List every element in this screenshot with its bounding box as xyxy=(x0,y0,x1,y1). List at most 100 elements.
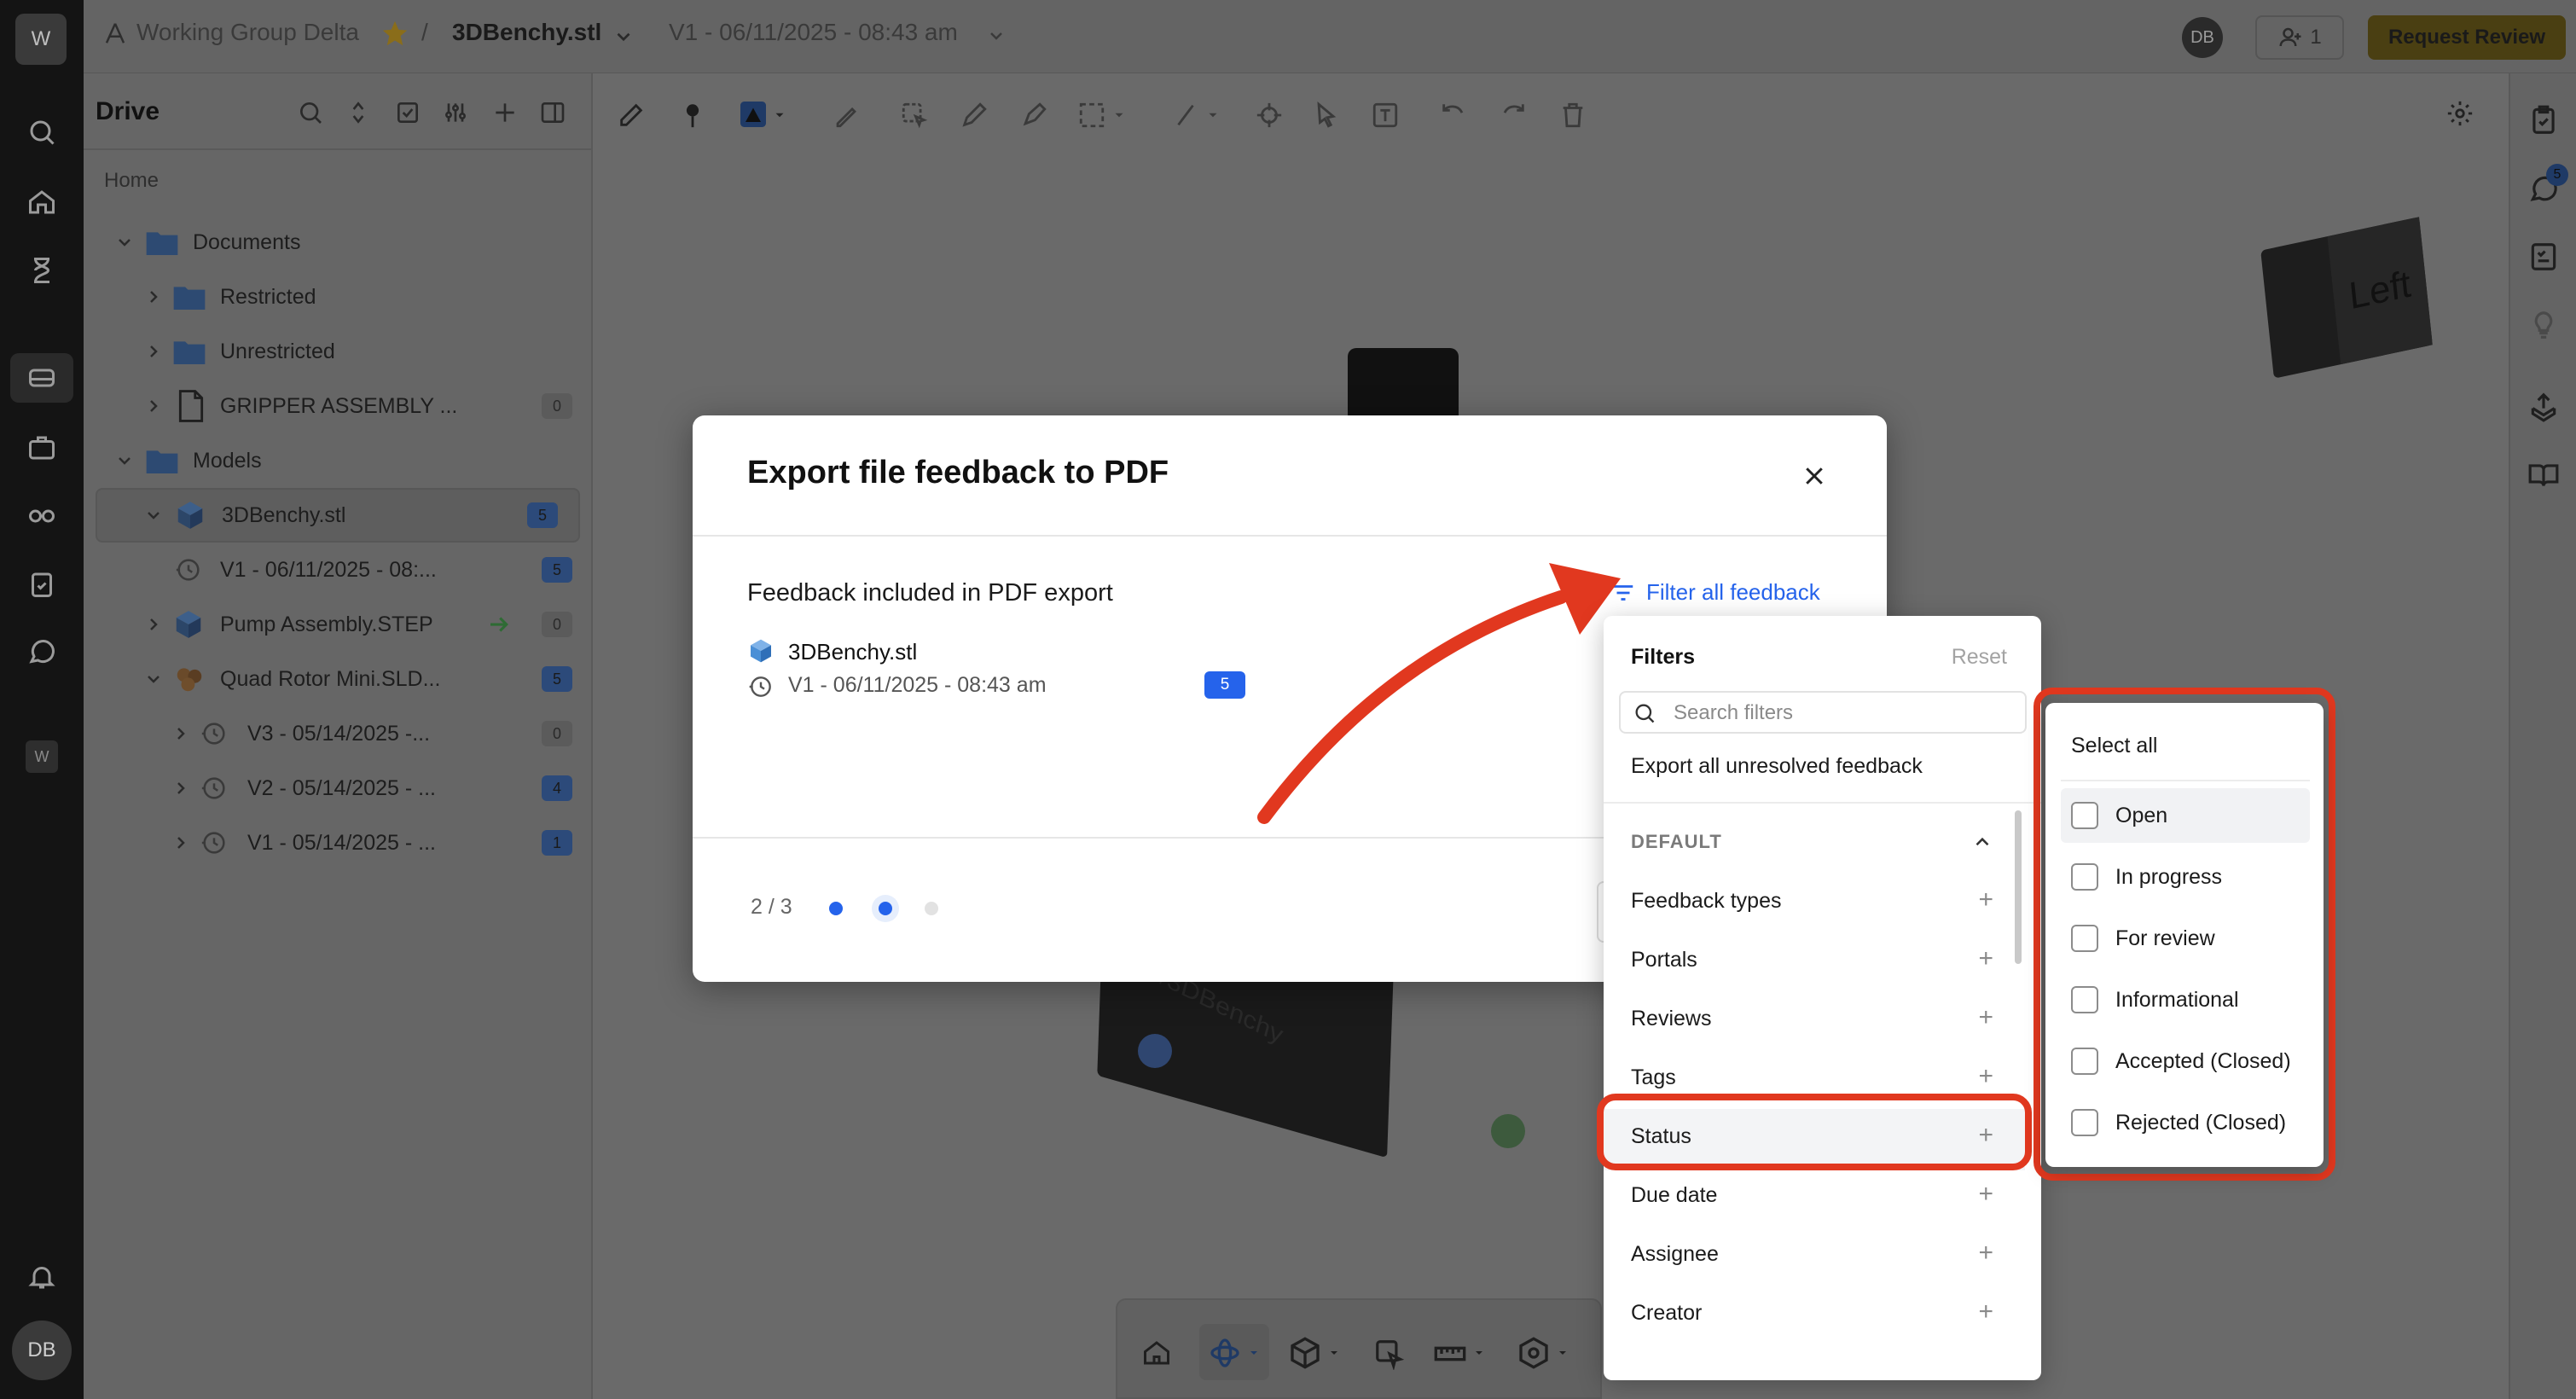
chevron-up-icon[interactable] xyxy=(1971,831,1993,853)
tree-item-version[interactable]: V3 - 05/14/2025 -... 0 xyxy=(84,706,593,761)
chevron-down-icon[interactable] xyxy=(114,450,135,471)
filter-item-assignee[interactable]: Assignee + xyxy=(1631,1239,2014,1268)
status-option-rejected[interactable]: Rejected (Closed) xyxy=(2061,1095,2310,1150)
export-icon[interactable] xyxy=(2527,391,2560,423)
checkbox[interactable] xyxy=(2071,802,2098,829)
tree-item-unrestricted[interactable]: Unrestricted xyxy=(84,324,593,379)
chevron-right-icon[interactable] xyxy=(171,723,191,744)
home-icon[interactable] xyxy=(1141,1338,1172,1368)
clipboard-check-icon[interactable] xyxy=(20,563,63,606)
filter-item-due-date[interactable]: Due date + xyxy=(1631,1180,2014,1209)
chevron-down-icon[interactable] xyxy=(1205,107,1221,123)
search-icon[interactable] xyxy=(297,99,324,126)
edit-icon[interactable] xyxy=(617,101,646,130)
chevron-down-icon[interactable] xyxy=(114,232,135,253)
filter-item-tags[interactable]: Tags + xyxy=(1631,1062,2014,1091)
tree-item-pump-assembly[interactable]: Pump Assembly.STEP 0 xyxy=(84,597,593,652)
highlighter-icon[interactable] xyxy=(1019,101,1048,130)
home-icon[interactable] xyxy=(20,181,63,223)
checkbox[interactable] xyxy=(2071,925,2098,952)
shape-icon[interactable] xyxy=(738,99,769,130)
chevron-right-icon[interactable] xyxy=(143,341,164,362)
area-select-icon[interactable] xyxy=(1077,101,1106,130)
trash-icon[interactable] xyxy=(1558,101,1587,130)
search-icon[interactable] xyxy=(20,111,63,154)
bell-icon[interactable] xyxy=(20,1256,63,1298)
chevron-right-icon[interactable] xyxy=(143,396,164,416)
cursor-icon[interactable] xyxy=(1313,101,1342,130)
status-option-for-review[interactable]: For review xyxy=(2061,911,2310,966)
checkbox[interactable] xyxy=(2071,986,2098,1013)
chevron-down-icon[interactable] xyxy=(1472,1346,1486,1360)
tree-item-models[interactable]: Models xyxy=(84,433,593,488)
step-dot[interactable] xyxy=(925,902,938,915)
glasses-icon[interactable] xyxy=(20,495,63,537)
close-icon[interactable] xyxy=(1801,463,1827,489)
tree-item-3dbenchy[interactable]: 3DBenchy.stl 5 xyxy=(96,488,580,543)
add-icon[interactable]: + xyxy=(1978,944,1993,973)
workspace-switcher[interactable]: W xyxy=(15,14,67,65)
crosshair-icon[interactable] xyxy=(1255,101,1284,130)
step-dot[interactable] xyxy=(829,902,843,915)
explode-icon[interactable] xyxy=(1517,1336,1551,1370)
checkbox[interactable] xyxy=(2071,863,2098,891)
filter-item-creator[interactable]: Creator + xyxy=(1631,1297,2014,1326)
chevron-right-icon[interactable] xyxy=(143,614,164,635)
pencil-icon[interactable] xyxy=(960,101,989,130)
status-option-open[interactable]: Open xyxy=(2061,788,2310,843)
chevron-right-icon[interactable] xyxy=(143,287,164,307)
pin-icon[interactable] xyxy=(678,101,707,130)
star-icon[interactable] xyxy=(380,19,409,48)
section-icon[interactable] xyxy=(1373,1338,1406,1370)
chevron-down-icon[interactable] xyxy=(143,505,164,525)
tree-item-documents[interactable]: Documents xyxy=(84,215,593,270)
chevron-down-icon[interactable] xyxy=(1247,1346,1261,1360)
clipboard-check-icon[interactable] xyxy=(2527,104,2560,136)
status-option-in-progress[interactable]: In progress xyxy=(2061,850,2310,904)
filter-all-feedback-link[interactable]: Filter all feedback xyxy=(1610,579,1820,606)
book-icon[interactable] xyxy=(2527,459,2560,491)
tree-item-version[interactable]: V2 - 05/14/2025 - ... 4 xyxy=(84,761,593,816)
status-option-informational[interactable]: Informational xyxy=(2061,972,2310,1027)
hourglass-icon[interactable] xyxy=(20,249,63,292)
chevron-right-icon[interactable] xyxy=(171,778,191,798)
checkbox[interactable] xyxy=(2071,1048,2098,1075)
chevron-right-icon[interactable] xyxy=(171,833,191,853)
gear-icon[interactable] xyxy=(2445,99,2474,128)
measure-icon[interactable] xyxy=(1433,1339,1467,1368)
chat-icon[interactable] xyxy=(20,631,63,674)
add-icon[interactable]: + xyxy=(1978,1180,1993,1209)
user-avatar[interactable]: DB xyxy=(12,1321,72,1380)
breadcrumb-workspace[interactable]: Working Group Delta xyxy=(136,19,359,46)
sort-icon[interactable] xyxy=(345,99,372,126)
mini-workspace-badge[interactable]: W xyxy=(26,740,58,773)
request-review-button[interactable]: Request Review xyxy=(2368,15,2566,60)
step-dot-active-ring[interactable] xyxy=(872,895,899,922)
filter-item-reviews[interactable]: Reviews + xyxy=(1631,1003,2014,1031)
reset-button[interactable]: Reset xyxy=(1952,645,2007,670)
select-icon[interactable] xyxy=(900,101,929,130)
chevron-down-icon[interactable] xyxy=(1111,107,1127,123)
tree-item-quad-rotor[interactable]: Quad Rotor Mini.SLD... 5 xyxy=(84,652,593,706)
breadcrumb-file[interactable]: 3DBenchy.stl xyxy=(452,19,601,46)
filter-item-feedback-types[interactable]: Feedback types + xyxy=(1631,885,2014,914)
scrollbar-thumb[interactable] xyxy=(2015,810,2022,964)
checkbox-select-icon[interactable] xyxy=(394,99,421,126)
cube-view-icon[interactable] xyxy=(1288,1336,1322,1370)
add-icon[interactable]: + xyxy=(1978,1003,1993,1032)
add-icon[interactable]: + xyxy=(1978,1062,1993,1091)
drive-icon[interactable] xyxy=(10,353,73,403)
add-icon[interactable] xyxy=(491,99,519,126)
add-icon[interactable]: + xyxy=(1978,1239,1993,1268)
filter-sliders-icon[interactable] xyxy=(442,99,469,126)
tree-item-restricted[interactable]: Restricted xyxy=(84,270,593,324)
lightbulb-icon[interactable] xyxy=(2527,309,2560,341)
chevron-down-icon[interactable] xyxy=(143,669,164,689)
text-box-icon[interactable] xyxy=(1371,101,1400,130)
tree-item-gripper-assembly[interactable]: GRIPPER ASSEMBLY ... 0 xyxy=(84,379,593,433)
chevron-down-icon[interactable] xyxy=(986,26,1007,46)
sign-icon[interactable] xyxy=(832,101,861,130)
chevron-down-icon[interactable] xyxy=(772,107,787,123)
view-cube-face[interactable]: Left xyxy=(2327,217,2433,365)
checkbox[interactable] xyxy=(2071,1109,2098,1136)
